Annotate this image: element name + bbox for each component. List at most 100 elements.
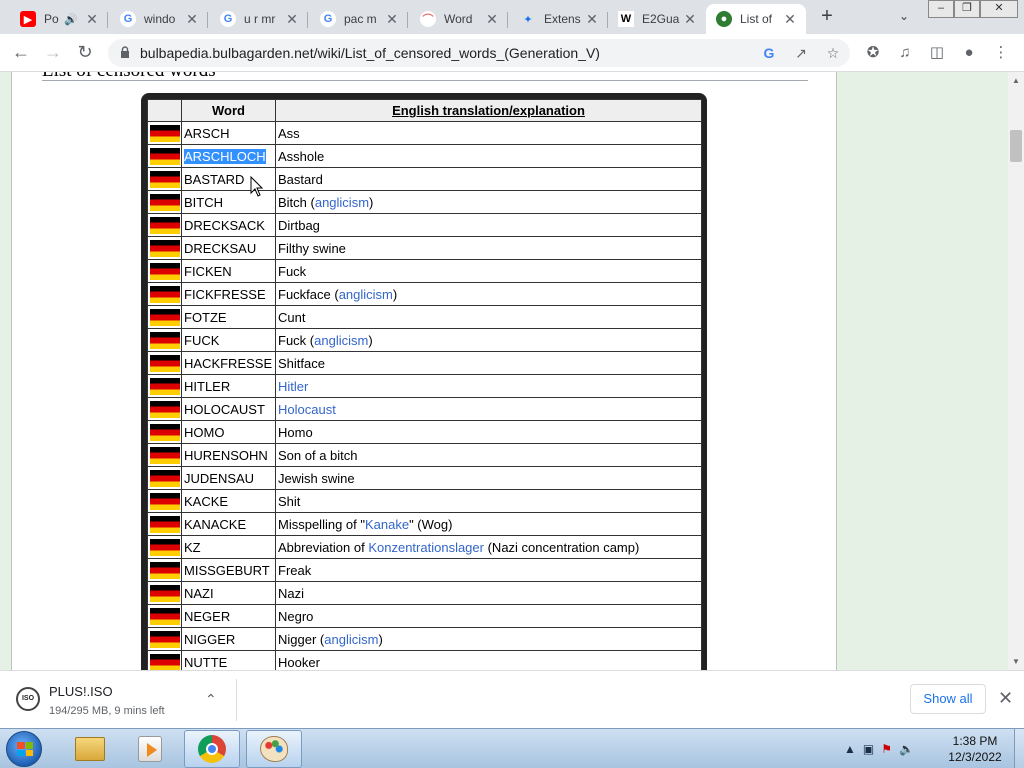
- translation-text: Shit: [278, 493, 301, 509]
- flag-cell: [147, 144, 182, 168]
- puzzle-icon: ✦: [523, 13, 533, 26]
- tab-close-icon[interactable]: ✕: [384, 11, 400, 27]
- iso-file-icon[interactable]: ISO: [16, 687, 40, 711]
- bulbapedia-icon: ●: [716, 11, 732, 27]
- browser-tab[interactable]: ● List of ✕: [706, 4, 806, 34]
- german-flag-icon: [149, 423, 180, 441]
- scroll-up-arrow-icon[interactable]: ▲: [1012, 76, 1020, 85]
- browser-tab[interactable]: Gu r mr ✕: [210, 4, 308, 34]
- translation-text: Fuck: [278, 263, 307, 279]
- scrollbar-thumb[interactable]: [1010, 130, 1022, 162]
- translation-cell: Ass: [275, 121, 702, 145]
- close-window-button[interactable]: ✕: [980, 0, 1018, 18]
- start-button[interactable]: [6, 731, 42, 767]
- table-row: MISSGEBURT Freak: [147, 558, 702, 582]
- flag-cell: [147, 305, 182, 329]
- action-center-flag-icon[interactable]: ⚑: [881, 742, 892, 756]
- translation-cell: Shit: [275, 489, 702, 513]
- tab-close-icon[interactable]: ✕: [284, 11, 300, 27]
- german-flag-icon: [149, 400, 180, 418]
- profile-avatar-icon[interactable]: ●: [958, 42, 980, 64]
- media-control-icon[interactable]: ♫: [894, 42, 916, 64]
- taskbar-paint[interactable]: [246, 730, 302, 768]
- network-icon[interactable]: ▣: [863, 742, 874, 756]
- extensions-puzzle-icon[interactable]: ✪: [862, 42, 884, 64]
- minimize-button[interactable]: –: [928, 0, 954, 18]
- volume-icon[interactable]: 🔈: [899, 742, 914, 756]
- browser-tab[interactable]: Gpac m ✕: [310, 4, 408, 34]
- browser-tab[interactable]: ✦ Extens ✕: [510, 4, 608, 34]
- german-flag-icon: [149, 170, 180, 188]
- clock-time: 1:38 PM: [952, 734, 998, 748]
- google-lens-icon[interactable]: G: [760, 44, 778, 62]
- translation-link[interactable]: Konzentrationslager: [368, 540, 484, 555]
- word-cell: HITLER: [181, 374, 276, 398]
- close-download-bar-icon[interactable]: ✕: [998, 688, 1013, 709]
- word-text: NUTTE: [184, 654, 228, 670]
- translation-link[interactable]: anglicism: [314, 333, 368, 348]
- lock-icon[interactable]: [120, 46, 130, 59]
- translation-column-header[interactable]: English translation/explanation: [275, 99, 702, 122]
- taskbar-chrome[interactable]: [184, 730, 240, 768]
- taskbar-media-player[interactable]: [122, 730, 178, 768]
- address-bar[interactable]: bulbapedia.bulbagarden.net/wiki/List_of_…: [108, 39, 850, 67]
- translation-link[interactable]: anglicism: [324, 632, 378, 647]
- tab-close-icon[interactable]: ✕: [782, 11, 798, 27]
- translation-link[interactable]: anglicism: [315, 195, 369, 210]
- scroll-down-arrow-icon[interactable]: ▼: [1012, 657, 1020, 666]
- word-cell: HACKFRESSE: [181, 351, 276, 375]
- show-all-button[interactable]: Show all: [910, 684, 986, 714]
- table-row: KACKE Shit: [147, 489, 702, 513]
- translation-cell: Freak: [275, 558, 702, 582]
- browser-tab[interactable]: ▶ Po 🔊 ✕: [10, 4, 108, 34]
- german-flag-icon: [149, 607, 180, 625]
- download-filename[interactable]: PLUS!.ISO: [49, 684, 113, 699]
- show-hidden-icons-icon[interactable]: ▲: [844, 742, 856, 756]
- word-cell: KZ: [181, 535, 276, 559]
- page-scrollbar[interactable]: ▲ ▼: [1008, 72, 1024, 670]
- tab-title: windo: [144, 12, 176, 26]
- translation-link[interactable]: Kanake: [365, 517, 409, 532]
- share-icon[interactable]: ↗: [792, 44, 810, 62]
- more-menu-icon[interactable]: ⋮: [990, 42, 1012, 64]
- show-desktop-button[interactable]: [1014, 729, 1024, 768]
- tab-separator: [107, 12, 108, 28]
- tab-close-icon[interactable]: ✕: [584, 11, 600, 27]
- new-tab-button[interactable]: +: [817, 6, 837, 27]
- tab-close-icon[interactable]: ✕: [484, 11, 500, 27]
- word-text: KANACKE: [184, 516, 247, 532]
- tab-audio-icon[interactable]: 🔊: [64, 13, 78, 26]
- word-cell: KACKE: [181, 489, 276, 513]
- word-cell: FOTZE: [181, 305, 276, 329]
- download-status: 194/295 MB, 9 mins left: [49, 705, 165, 717]
- browser-tab[interactable]: ⌒ Word ✕: [410, 4, 508, 34]
- translation-text: Hooker: [278, 654, 320, 670]
- flag-cell: [147, 259, 182, 283]
- tab-close-icon[interactable]: ✕: [184, 11, 200, 27]
- system-clock[interactable]: 1:38 PM 12/3/2022: [940, 733, 1010, 765]
- tab-close-icon[interactable]: ✕: [682, 11, 698, 27]
- tab-close-icon[interactable]: ✕: [84, 11, 100, 27]
- download-divider: [236, 679, 237, 721]
- chevron-up-icon[interactable]: ⌃: [205, 691, 217, 708]
- tab-search-chevron-icon[interactable]: ⌄: [896, 9, 912, 25]
- side-panel-icon[interactable]: ◫: [926, 42, 948, 64]
- translation-link[interactable]: Holocaust: [278, 402, 336, 417]
- tab-title: List of: [740, 12, 773, 26]
- taskbar-explorer[interactable]: [62, 730, 118, 768]
- table-row: HITLER Hitler: [147, 374, 702, 398]
- mouse-pointer-icon: [250, 176, 264, 197]
- back-arrow-icon[interactable]: ←: [10, 42, 32, 64]
- translation-cell: Bastard: [275, 167, 702, 191]
- translation-link[interactable]: Hitler: [278, 379, 308, 394]
- browser-tab[interactable]: W E2Gua ✕: [608, 4, 706, 34]
- word-cell: DRECKSACK: [181, 213, 276, 237]
- table-row: DRECKSAU Filthy swine: [147, 236, 702, 260]
- browser-tab[interactable]: Gwindo ✕: [110, 4, 208, 34]
- translation-link[interactable]: anglicism: [339, 287, 393, 302]
- reload-icon[interactable]: ↻: [74, 42, 96, 64]
- bookmark-star-icon[interactable]: ☆: [824, 44, 842, 62]
- restore-button[interactable]: ❐: [954, 0, 980, 18]
- german-flag-icon: [149, 354, 180, 372]
- forward-arrow-icon[interactable]: →: [42, 42, 64, 64]
